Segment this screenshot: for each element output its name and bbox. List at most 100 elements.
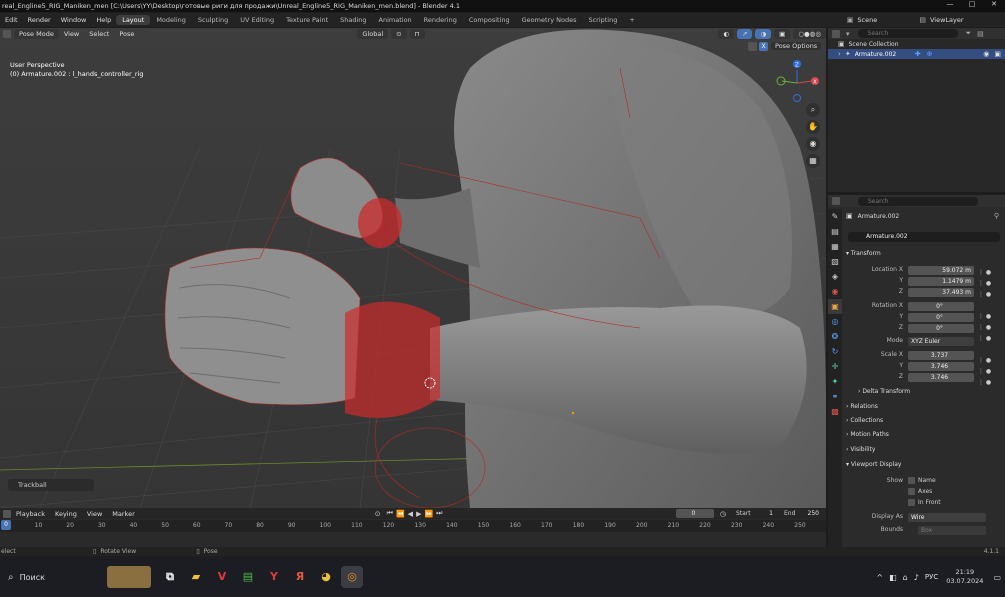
grid-view-icon[interactable]: ▦	[806, 154, 820, 168]
wrist-controller-near[interactable]	[345, 301, 440, 418]
mode-selector[interactable]: Pose Mode	[14, 28, 59, 39]
editor-type-icon[interactable]	[3, 29, 11, 38]
menu-edit[interactable]: Edit	[0, 16, 23, 24]
location-y-field[interactable]: 1.1479 m	[908, 277, 974, 286]
tab-sculpting[interactable]: Sculpting	[192, 15, 234, 25]
zoom-icon[interactable]: ⌕	[806, 103, 820, 117]
scene-collection-row[interactable]: ▣ Scene Collection	[828, 39, 1005, 49]
add-workspace-button[interactable]: +	[623, 15, 640, 25]
tab-shading[interactable]: Shading	[334, 15, 372, 25]
notification-icon[interactable]: ▭	[993, 573, 1001, 582]
scene-selector[interactable]: Scene	[857, 16, 919, 24]
outliner-search-input[interactable]: Search	[857, 29, 958, 38]
camera-render-icon[interactable]: ▣	[994, 50, 1001, 58]
menu-view[interactable]: View	[59, 30, 84, 38]
pivot-icon[interactable]: ⊙	[391, 28, 407, 39]
vivaldi-browser-icon[interactable]: V	[211, 566, 233, 588]
pin-icon[interactable]: ⚲	[994, 212, 999, 220]
network-icon[interactable]: ⌂	[903, 573, 908, 582]
properties-search-input[interactable]: Search	[858, 196, 978, 206]
eye-icon[interactable]: ◉	[983, 50, 989, 58]
physics-tab-icon[interactable]: ↻	[828, 344, 842, 359]
render-tab-icon[interactable]: ▤	[828, 224, 842, 239]
language-indicator[interactable]: РУС	[925, 573, 938, 581]
show-axes-checkbox[interactable]: Axes	[908, 488, 932, 495]
tab-animation[interactable]: Animation	[373, 15, 418, 25]
texture-tab-icon[interactable]: ▩	[828, 404, 842, 419]
show-in-front-checkbox[interactable]: In Front	[908, 499, 941, 506]
tab-texture-paint[interactable]: Texture Paint	[280, 15, 334, 25]
yandex-app-icon[interactable]: Я	[289, 566, 311, 588]
play-reverse-icon[interactable]: ◀	[408, 510, 413, 518]
visibility-section[interactable]: › Visibility	[846, 446, 875, 453]
constraints-tab-icon[interactable]: ✛	[828, 359, 842, 374]
orientation-selector[interactable]: Global	[357, 28, 389, 39]
transform-section-header[interactable]: ▾ Transform	[846, 250, 881, 257]
gizmo-toggle-icon[interactable]: ↗	[737, 28, 753, 39]
tray-app-icon[interactable]: ◧	[889, 573, 897, 582]
clock[interactable]: 21:19 03.07.2024	[946, 568, 983, 586]
properties-editor-icon[interactable]	[832, 197, 840, 205]
tab-geometry-nodes[interactable]: Geometry Nodes	[516, 15, 583, 25]
timeline-editor-icon[interactable]	[3, 509, 11, 518]
menu-help[interactable]: Help	[91, 16, 116, 24]
close-button[interactable]: ✕	[983, 0, 1005, 8]
camera-icon[interactable]: ◉	[806, 137, 820, 151]
location-x-field[interactable]: 59.072 m	[908, 266, 974, 275]
volume-icon[interactable]: ♪	[914, 573, 919, 582]
snap-icon[interactable]: ⊓	[409, 28, 425, 39]
tab-layout[interactable]: Layout	[116, 15, 151, 25]
location-z-field[interactable]: 37.493 m	[908, 288, 974, 297]
tab-compositing[interactable]: Compositing	[463, 15, 516, 25]
minimize-button[interactable]: —	[939, 0, 961, 8]
rotation-z-field[interactable]: 0°	[908, 324, 974, 333]
jump-start-icon[interactable]: ⏮	[387, 509, 393, 518]
output-tab-icon[interactable]: ▦	[828, 239, 842, 254]
xray-icon[interactable]: ▣	[774, 28, 791, 39]
collections-section[interactable]: › Collections	[846, 417, 883, 424]
menu-marker[interactable]: Marker	[107, 510, 139, 518]
viewport-display-section[interactable]: ▾ Viewport Display	[846, 461, 901, 468]
prev-key-icon[interactable]: ⏪	[396, 510, 405, 518]
x-mirror-toggle[interactable]: X	[759, 42, 768, 51]
delta-transform-section[interactable]: › Delta Transform	[858, 388, 910, 395]
end-frame-field[interactable]: 250	[802, 509, 822, 518]
tray-chevron-icon[interactable]: ^	[876, 573, 883, 582]
pan-hand-icon[interactable]: ✋	[806, 120, 820, 134]
object-tab-icon[interactable]: ▣	[828, 299, 842, 314]
bone-tab-icon[interactable]: ⚭	[828, 389, 842, 404]
tab-modeling[interactable]: Modeling	[150, 15, 192, 25]
tool-tab-icon[interactable]: ✎	[828, 209, 842, 224]
menu-timeline-view[interactable]: View	[82, 510, 107, 518]
rotation-mode-select[interactable]: XYZ Euler	[908, 337, 974, 346]
relations-section[interactable]: › Relations	[846, 403, 878, 410]
visibility-icon[interactable]: ◐	[718, 28, 735, 39]
chrome-browser-icon[interactable]: ◕	[315, 566, 337, 588]
wrist-controller-far[interactable]	[358, 198, 402, 248]
file-explorer-icon[interactable]: ▰	[185, 566, 207, 588]
show-name-checkbox[interactable]: Name	[908, 477, 936, 484]
task-view-icon[interactable]: ⧉	[159, 566, 181, 588]
data-tab-icon[interactable]: ✦	[828, 374, 842, 389]
modifier-tab-icon[interactable]: ◎	[828, 314, 842, 329]
scale-x-field[interactable]: 3.737	[908, 351, 974, 360]
next-key-icon[interactable]: ⏩	[424, 510, 433, 518]
clock-icon[interactable]: ◷	[720, 510, 726, 518]
maximize-button[interactable]: □	[961, 0, 983, 8]
rotation-x-field[interactable]: 0°	[908, 302, 974, 311]
playhead[interactable]: 0	[1, 520, 11, 530]
scale-y-field[interactable]: 3.746	[908, 362, 974, 371]
tab-uv-editing[interactable]: UV Editing	[234, 15, 280, 25]
menu-select[interactable]: Select	[84, 30, 114, 38]
new-collection-icon[interactable]: ▤	[977, 30, 984, 38]
outliner-item-armature[interactable]: › ✦ Armature.002 ✚ ⊕ ◉ ▣	[828, 49, 1005, 59]
record-icon[interactable]: ⊙	[375, 510, 381, 518]
start-frame-field[interactable]: 1	[762, 509, 776, 518]
view-layer-tab-icon[interactable]: ▧	[828, 254, 842, 269]
overlays-icon[interactable]: ◑	[755, 28, 772, 39]
world-tab-icon[interactable]: ◉	[828, 284, 842, 299]
blender-app-icon[interactable]: ◎	[341, 566, 363, 588]
tab-scripting[interactable]: Scripting	[582, 15, 623, 25]
timeline-body[interactable]	[0, 533, 826, 547]
scene-tab-icon[interactable]: ◈	[828, 269, 842, 284]
